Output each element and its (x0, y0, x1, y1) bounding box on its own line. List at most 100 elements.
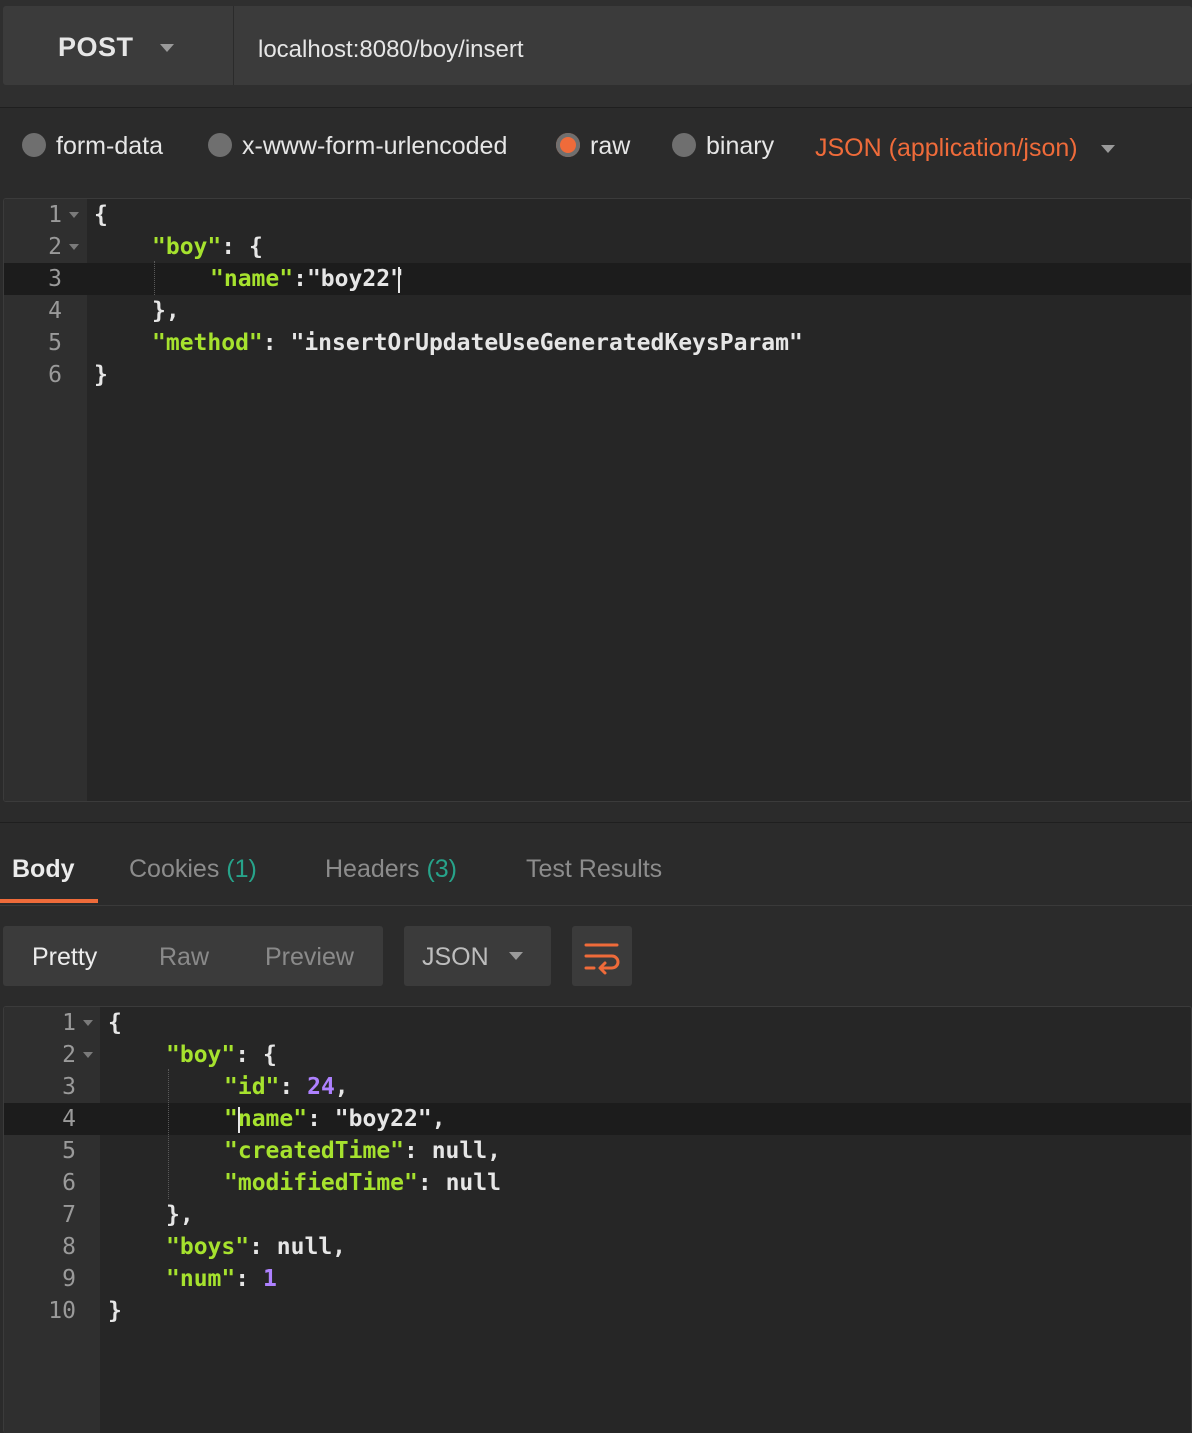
code-text: "boy": { (166, 1042, 277, 1068)
viewer-line: 6 "modifiedTime": null (4, 1167, 1191, 1199)
code-text: }, (166, 1202, 194, 1228)
line-number: 5 (48, 330, 62, 356)
request-bar-inner: POST localhost:8080/boy/insert (3, 6, 1192, 85)
method-label: POST (58, 32, 134, 62)
tab-body[interactable]: Body (12, 855, 75, 884)
chevron-down-icon (160, 44, 174, 52)
chevron-down-icon[interactable] (1101, 145, 1115, 153)
wrap-lines-icon (584, 943, 620, 975)
fold-arrow-icon[interactable] (69, 212, 79, 218)
view-pretty[interactable]: Pretty (32, 943, 97, 972)
radio-label-form-data[interactable]: form-data (56, 132, 163, 161)
radio-binary[interactable] (672, 133, 696, 157)
json-key: "id" (224, 1074, 280, 1100)
line-number: 3 (48, 266, 62, 292)
viewer-line: 5 "createdTime": null, (4, 1135, 1191, 1167)
viewer-line: 10 } (4, 1295, 1191, 1327)
editor-line: 6 } (4, 359, 1191, 391)
tab-headers[interactable]: Headers (3) (325, 855, 457, 884)
json-string: "boy22" (334, 1106, 432, 1132)
json-punct: : null (417, 1170, 501, 1196)
line-number: 9 (62, 1266, 76, 1292)
code-text: } (108, 1298, 122, 1324)
json-punct: , (431, 1106, 446, 1132)
code-text: { (108, 1010, 122, 1036)
code-text: "id": 24, (224, 1074, 349, 1100)
line-number: 5 (62, 1138, 76, 1164)
radio-raw[interactable] (556, 133, 580, 157)
editor-line: 5 "method": "insertOrUpdateUseGeneratedK… (4, 327, 1191, 359)
viewer-line: 7 }, (4, 1199, 1191, 1231)
json-punct: : null, (249, 1234, 347, 1260)
radio-label-raw[interactable]: raw (590, 132, 630, 161)
fold-arrow-icon[interactable] (83, 1052, 93, 1058)
line-number: 6 (48, 362, 62, 388)
editor-line: 1 { (4, 199, 1191, 231)
editor-line: 2 "boy": { (4, 231, 1191, 263)
fold-arrow-icon[interactable] (69, 244, 79, 250)
json-key: "modifiedTime" (224, 1170, 418, 1196)
wrap-lines-button[interactable] (572, 926, 632, 986)
json-punct: : null, (404, 1138, 501, 1164)
json-punct: : { (221, 234, 263, 260)
json-string: "insertOrUpdateUseGeneratedKeysParam" (290, 330, 803, 356)
active-tab-indicator (0, 899, 98, 903)
json-key: "boy" (152, 234, 222, 260)
radio-form-data[interactable] (22, 133, 46, 157)
json-key: "boys" (166, 1234, 250, 1260)
tab-cookies[interactable]: Cookies (1) (129, 855, 257, 884)
json-punct: : (293, 266, 307, 292)
editor-line-active: 3 "name":"boy22" (4, 263, 1191, 295)
json-key: "createdTime" (224, 1138, 405, 1164)
json-punct: : (235, 1266, 263, 1292)
radio-label-binary[interactable]: binary (706, 132, 774, 161)
code-text: "modifiedTime": null (224, 1170, 501, 1196)
line-number: 1 (48, 202, 62, 228)
indent-guide (168, 1069, 169, 1199)
request-body-editor[interactable]: 1 { 2 "boy": { 3 "name":"boy22" 4 }, 5 "… (3, 198, 1192, 802)
line-number: 10 (48, 1298, 76, 1324)
json-string: "boy22" (306, 266, 404, 292)
radio-label-urlencoded[interactable]: x-www-form-urlencoded (242, 132, 507, 161)
text-cursor (398, 267, 400, 293)
chevron-down-icon (509, 952, 523, 960)
format-label: JSON (422, 943, 489, 971)
json-key: "boy" (166, 1042, 236, 1068)
tab-test-results[interactable]: Test Results (526, 855, 662, 884)
line-number: 4 (62, 1106, 76, 1132)
json-punct: : (307, 1106, 335, 1132)
response-body-viewer[interactable]: 1 { 2 "boy": { 3 "id": 24, 4 "name": "bo… (3, 1006, 1192, 1433)
json-key: "name" (224, 1106, 308, 1132)
json-punct: : (279, 1074, 308, 1100)
json-number: 1 (262, 1266, 277, 1292)
line-number: 1 (62, 1010, 76, 1036)
radio-x-www-form-urlencoded[interactable] (208, 133, 232, 157)
fold-arrow-icon[interactable] (83, 1020, 93, 1026)
code-text: }, (152, 298, 180, 324)
tab-cookies-label: Cookies (129, 855, 220, 883)
url-input[interactable]: localhost:8080/boy/insert (258, 36, 524, 64)
viewer-line: 9 "num": 1 (4, 1263, 1191, 1295)
line-number: 2 (48, 234, 62, 260)
line-number: 6 (62, 1170, 76, 1196)
format-dropdown[interactable]: JSON (404, 926, 551, 986)
json-punct: : (262, 330, 291, 356)
response-tabs: Body Cookies (1) Headers (3) Test Result… (0, 822, 1192, 907)
line-number: 2 (62, 1042, 76, 1068)
view-mode-group: Pretty Raw Preview (3, 926, 383, 986)
line-number: 4 (48, 298, 62, 324)
indent-guide (154, 261, 155, 295)
method-selector[interactable]: POST (3, 6, 234, 85)
text-cursor (238, 1107, 240, 1133)
code-text: } (94, 362, 108, 388)
tab-headers-label: Headers (325, 855, 420, 883)
editor-line: 4 }, (4, 295, 1191, 327)
request-bar: POST localhost:8080/boy/insert (0, 0, 1192, 108)
view-raw[interactable]: Raw (159, 943, 209, 972)
code-text: "name": "boy22", (224, 1106, 446, 1132)
line-number: 3 (62, 1074, 76, 1100)
view-preview[interactable]: Preview (265, 943, 354, 972)
content-type-dropdown[interactable]: JSON (application/json) (815, 134, 1078, 163)
code-text: "num": 1 (166, 1266, 277, 1292)
json-key: "method" (152, 330, 263, 356)
